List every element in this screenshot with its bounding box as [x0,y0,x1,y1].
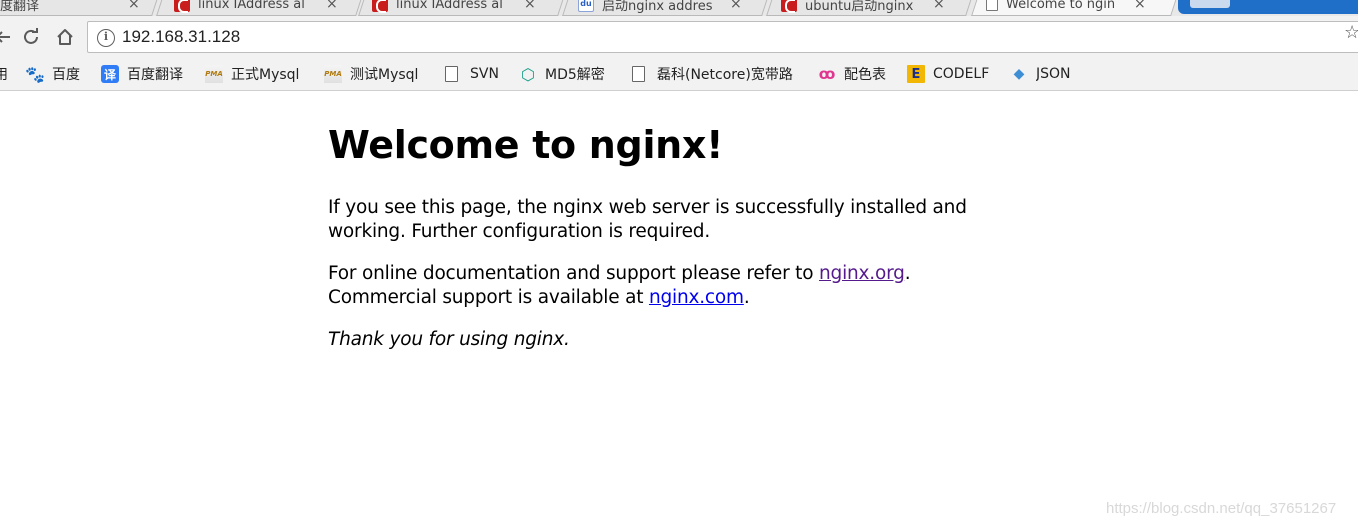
bookmark-label: 正式Mysql [231,67,300,83]
close-icon[interactable]: × [933,0,945,12]
bookmark-item-mysql-test[interactable]: PMA 测试Mysql [324,63,418,85]
json-icon: ◆ [1013,66,1025,82]
bookmark-item-codelf[interactable]: E CODELF [907,63,989,85]
bookmark-label: 用 [0,67,8,83]
baidu-translate-icon: 译 [101,65,119,83]
tab-4[interactable]: ubuntu启动nginx × [781,0,945,16]
csdn-icon [174,0,190,13]
docs-period: . [904,263,911,284]
tab-title: linux IAddress al [198,0,305,12]
csdn-icon [372,0,388,13]
bookmark-label: 百度翻译 [127,67,183,83]
baidu-icon: du [578,0,594,12]
bookmark-label: JSON [1036,66,1071,82]
bookmark-label: 百度 [52,67,80,83]
docs-text: For online documentation and support ple… [328,263,820,284]
tab-strip: 度翻译 × linux IAddress al × linux IAddress… [0,0,1358,16]
tab-1[interactable]: linux IAddress al × [174,0,338,16]
tab-5-active[interactable]: Welcome to ngin × [986,0,1146,16]
bookmark-star-icon[interactable]: ☆ [1344,22,1358,43]
bookmark-item-baidu[interactable]: 🐾 百度 [25,63,80,85]
bookmark-item-baidu-translate[interactable]: 译 百度翻译 [101,63,183,85]
file-icon [445,66,458,82]
bookmark-item-color-table[interactable]: ꝏ 配色表 [818,63,886,85]
baidu-paw-icon: 🐾 [25,64,45,84]
tab-3[interactable]: du 启动nginx addres × [578,0,742,16]
back-arrow-icon [0,31,10,43]
bookmark-item-apps[interactable]: 用 [0,63,8,85]
tab-title: ubuntu启动nginx [805,0,914,14]
thanks-text: Thank you for using nginx. [328,329,570,350]
commercial-text: Commercial support is available at [328,287,649,308]
thanks-paragraph: Thank you for using nginx. [328,328,968,352]
intro-paragraph: If you see this page, the nginx web serv… [328,197,967,242]
nginx-welcome-content: Welcome to nginx! If you see this page, … [328,92,968,352]
tab-title: 启动nginx addres [602,0,713,14]
close-icon[interactable]: × [730,0,742,12]
bookmark-item-md5[interactable]: ⬡ MD5解密 [519,63,605,85]
bookmark-label: 配色表 [844,67,886,83]
tab-2[interactable]: linux IAddress al × [372,0,536,16]
nginx-org-link[interactable]: nginx.org [819,263,905,284]
tab-title: linux IAddress al [396,0,503,12]
close-icon[interactable]: × [326,0,338,12]
new-tab-area[interactable] [1178,0,1358,14]
watermark: https://blog.csdn.net/qq_37651267 [1106,500,1337,517]
bookmark-label: SVN [470,66,499,82]
phpmyadmin-icon: PMA [205,65,223,83]
bookmark-item-json[interactable]: ◆ JSON [1010,63,1071,85]
page-title: Welcome to nginx! [328,123,724,167]
address-bar[interactable]: i 192.168.31.128 [87,21,1358,53]
close-icon[interactable]: × [128,0,140,12]
docs-paragraph: For online documentation and support ple… [328,262,968,310]
tab-title: 度翻译 [0,0,40,14]
close-icon[interactable]: × [524,0,536,12]
new-tab-button[interactable] [1190,0,1230,8]
url-text[interactable]: 192.168.31.128 [122,27,240,47]
tab-title: Welcome to ngin [1006,0,1116,12]
back-button[interactable] [0,26,14,48]
bookmark-item-mysql-prod[interactable]: PMA 正式Mysql [205,63,299,85]
tab-0[interactable]: 度翻译 × [0,0,140,16]
bookmark-label: MD5解密 [545,67,605,83]
md5-icon: ⬡ [521,64,535,84]
bookmarks-bar: 用 🐾 百度 译 百度翻译 PMA 正式Mysql PMA 测试Mysql SV… [0,58,1358,91]
bookmark-label: 磊科(Netcore)宽带路 [657,67,793,83]
reload-button[interactable] [20,26,42,48]
file-icon [632,66,645,82]
browser-toolbar: i 192.168.31.128 [0,16,1358,58]
commercial-period: . [743,287,750,308]
document-icon [986,0,998,11]
codelf-icon: E [907,65,925,83]
home-button[interactable] [54,26,76,48]
info-icon[interactable]: i [97,29,115,47]
nginx-com-link[interactable]: nginx.com [649,287,744,308]
home-icon [57,29,73,45]
phpmyadmin-icon: PMA [324,65,342,83]
bookmark-label: 测试Mysql [350,67,419,83]
bookmark-item-netcore[interactable]: 磊科(Netcore)宽带路 [632,63,799,85]
bookmark-item-svn[interactable]: SVN [445,63,499,85]
color-icon: ꝏ [818,65,836,83]
bookmark-label: CODELF [933,66,990,82]
page-viewport: Welcome to nginx! If you see this page, … [0,92,1358,528]
close-icon[interactable]: × [1134,0,1146,12]
reload-icon [24,28,38,44]
csdn-icon [781,0,797,13]
